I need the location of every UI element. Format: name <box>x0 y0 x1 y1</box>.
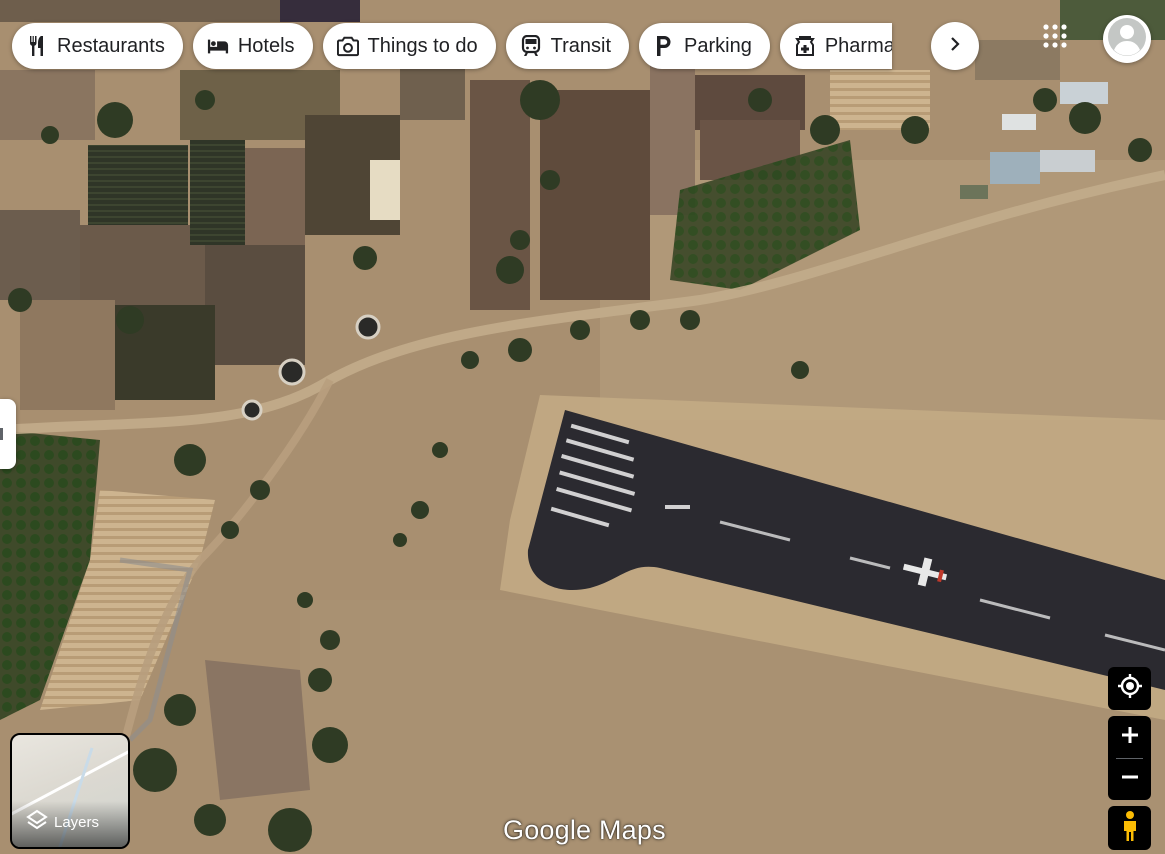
chevron-right-icon <box>949 36 961 57</box>
layers-icon <box>26 809 48 835</box>
camera-icon <box>336 35 359 57</box>
category-chips: Restaurants Hotels Things to do Transit … <box>12 22 892 70</box>
zoom-in-button[interactable] <box>1108 717 1151 758</box>
chip-restaurants[interactable]: Restaurants <box>12 23 183 69</box>
chip-things-to-do[interactable]: Things to do <box>322 23 496 69</box>
user-icon <box>1107 17 1147 62</box>
account-avatar[interactable] <box>1103 15 1151 63</box>
pegman-icon <box>1121 810 1139 847</box>
chip-label: Parking <box>684 34 752 57</box>
chip-hotels[interactable]: Hotels <box>192 23 313 69</box>
my-location-button[interactable] <box>1108 667 1151 710</box>
pharmacy-icon <box>794 35 816 57</box>
chip-label: Hotels <box>237 34 295 57</box>
satellite-imagery <box>0 0 1165 854</box>
apps-grid-icon <box>1042 23 1068 54</box>
side-panel-toggle[interactable] <box>0 399 16 469</box>
google-apps-button[interactable] <box>1035 18 1075 58</box>
chip-label: Restaurants <box>57 34 165 57</box>
chips-scroll-right-button[interactable] <box>931 22 979 70</box>
crosshair-icon <box>1117 673 1143 704</box>
chip-label: Things to do <box>367 34 478 57</box>
minus-icon <box>1121 768 1139 791</box>
plus-icon <box>1121 726 1139 749</box>
layers-button[interactable]: Layers <box>10 733 130 849</box>
chip-label: Pharmacies <box>824 34 892 57</box>
chip-parking[interactable]: Parking <box>639 23 770 69</box>
layers-label: Layers <box>54 813 100 831</box>
chip-pharmacies[interactable]: Pharmacies <box>779 23 892 69</box>
zoom-controls <box>1108 716 1151 800</box>
fork-knife-icon <box>26 35 48 57</box>
chip-label: Transit <box>550 34 612 57</box>
satellite-map[interactable] <box>0 0 1165 854</box>
bed-icon <box>207 35 229 57</box>
google-maps-logo: Google Maps <box>503 815 666 845</box>
zoom-out-button[interactable] <box>1108 759 1151 800</box>
train-icon <box>520 35 542 57</box>
chip-transit[interactable]: Transit <box>505 23 630 69</box>
street-view-pegman[interactable] <box>1108 806 1151 850</box>
parking-icon <box>653 35 675 57</box>
